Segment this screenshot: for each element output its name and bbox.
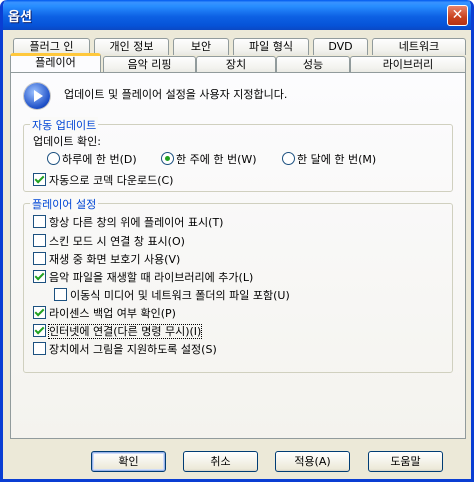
media-player-icon	[24, 83, 50, 109]
radio-daily[interactable]: 하루에 한 번(D)	[47, 151, 137, 167]
window-title: 옵션	[8, 10, 32, 25]
help-button[interactable]: 도움말	[368, 451, 443, 472]
connect-internet-box[interactable]	[33, 324, 46, 337]
check-updates-label: 업데이트 확인:	[33, 135, 101, 148]
radio-monthly[interactable]: 한 달에 한 번(M)	[282, 151, 376, 167]
header-description: 업데이트 및 플레이어 설정을 사용자 지정합니다.	[64, 88, 288, 101]
tab-rip-music[interactable]: 음악 리핑	[103, 56, 196, 73]
anchor-window-box[interactable]	[33, 234, 46, 247]
tab-performance[interactable]: 성능	[276, 56, 350, 73]
radio-daily-label: 하루에 한 번(D)	[62, 153, 137, 166]
cancel-button[interactable]: 취소	[183, 451, 258, 472]
radio-weekly-indicator[interactable]	[161, 152, 174, 165]
radio-monthly-indicator[interactable]	[282, 152, 295, 165]
player-settings-group: 플레이어 설정 항상 다른 창의 위에 플레이어 표시(T) 스킨 모드 시 연…	[23, 196, 453, 373]
auto-update-group: 자동 업데이트 업데이트 확인: 하루에 한 번(D) 한 주에 한 번(W) …	[23, 117, 453, 192]
license-backup-box[interactable]	[33, 306, 46, 319]
ok-button[interactable]: 확인	[91, 451, 166, 472]
tab-file-types[interactable]: 파일 형식	[233, 38, 309, 55]
player-settings-title: 플레이어 설정	[30, 196, 99, 212]
include-removable-media-checkbox[interactable]: 이동식 미디어 및 네트워크 폴더의 파일 포함(U)	[54, 287, 290, 303]
connect-internet-checkbox[interactable]: 인터넷에 연결(다른 명령 무시)(I)	[33, 323, 203, 339]
radio-weekly-label: 한 주에 한 번(W)	[176, 153, 257, 166]
always-on-top-checkbox[interactable]: 항상 다른 창의 위에 플레이어 표시(T)	[33, 214, 223, 230]
tab-panel-player: 업데이트 및 플레이어 설정을 사용자 지정합니다. 자동 업데이트 업데이트 …	[10, 72, 466, 439]
close-button[interactable]: ✕	[447, 5, 468, 26]
add-to-library-checkbox[interactable]: 음악 파일을 재생할 때 라이브러리에 추가(L)	[33, 269, 253, 285]
always-on-top-box[interactable]	[33, 215, 46, 228]
tab-devices[interactable]: 장치	[196, 56, 276, 73]
screensaver-label: 재생 중 화면 보호기 사용(V)	[49, 253, 181, 266]
auto-update-title: 자동 업데이트	[30, 117, 99, 133]
device-pictures-box[interactable]	[33, 342, 46, 355]
screensaver-box[interactable]	[33, 252, 46, 265]
tab-library[interactable]: 라이브러리	[350, 56, 466, 73]
add-to-library-box[interactable]	[33, 270, 46, 283]
screensaver-checkbox[interactable]: 재생 중 화면 보호기 사용(V)	[33, 251, 180, 267]
radio-daily-indicator[interactable]	[47, 152, 60, 165]
connect-internet-label: 인터넷에 연결(다른 명령 무시)(I)	[47, 324, 203, 339]
tab-network[interactable]: 네트워크	[372, 38, 466, 55]
include-removable-media-box[interactable]	[54, 288, 67, 301]
add-to-library-label: 음악 파일을 재생할 때 라이브러리에 추가(L)	[49, 271, 254, 284]
license-backup-label: 라이센스 백업 여부 확인(P)	[49, 307, 176, 320]
codec-download-label: 자동으로 코덱 다운로드(C)	[49, 174, 174, 187]
codec-download-box[interactable]	[33, 173, 46, 186]
license-backup-checkbox[interactable]: 라이센스 백업 여부 확인(P)	[33, 305, 176, 321]
device-pictures-checkbox[interactable]: 장치에서 그림을 지원하도록 설정(S)	[33, 341, 217, 357]
apply-button[interactable]: 적용(A)	[275, 451, 350, 472]
device-pictures-label: 장치에서 그림을 지원하도록 설정(S)	[49, 343, 217, 356]
codec-download-checkbox[interactable]: 자동으로 코덱 다운로드(C)	[33, 172, 173, 188]
options-dialog: 옵션 ✕ 플러그 인 개인 정보 보안 파일 형식 DVD 네트워크 플레이어 …	[0, 0, 474, 482]
anchor-window-checkbox[interactable]: 스킨 모드 시 연결 창 표시(O)	[33, 233, 185, 249]
title-bar[interactable]: 옵션 ✕	[3, 0, 471, 30]
tab-security[interactable]: 보안	[173, 38, 229, 55]
include-removable-media-label: 이동식 미디어 및 네트워크 폴더의 파일 포함(U)	[70, 289, 290, 302]
radio-monthly-label: 한 달에 한 번(M)	[297, 153, 377, 166]
tab-privacy[interactable]: 개인 정보	[94, 38, 169, 55]
tab-dvd[interactable]: DVD	[313, 38, 368, 55]
anchor-window-label: 스킨 모드 시 연결 창 표시(O)	[49, 235, 185, 248]
always-on-top-label: 항상 다른 창의 위에 플레이어 표시(T)	[49, 216, 224, 229]
tab-player[interactable]: 플레이어	[10, 53, 101, 72]
radio-weekly[interactable]: 한 주에 한 번(W)	[161, 151, 257, 167]
